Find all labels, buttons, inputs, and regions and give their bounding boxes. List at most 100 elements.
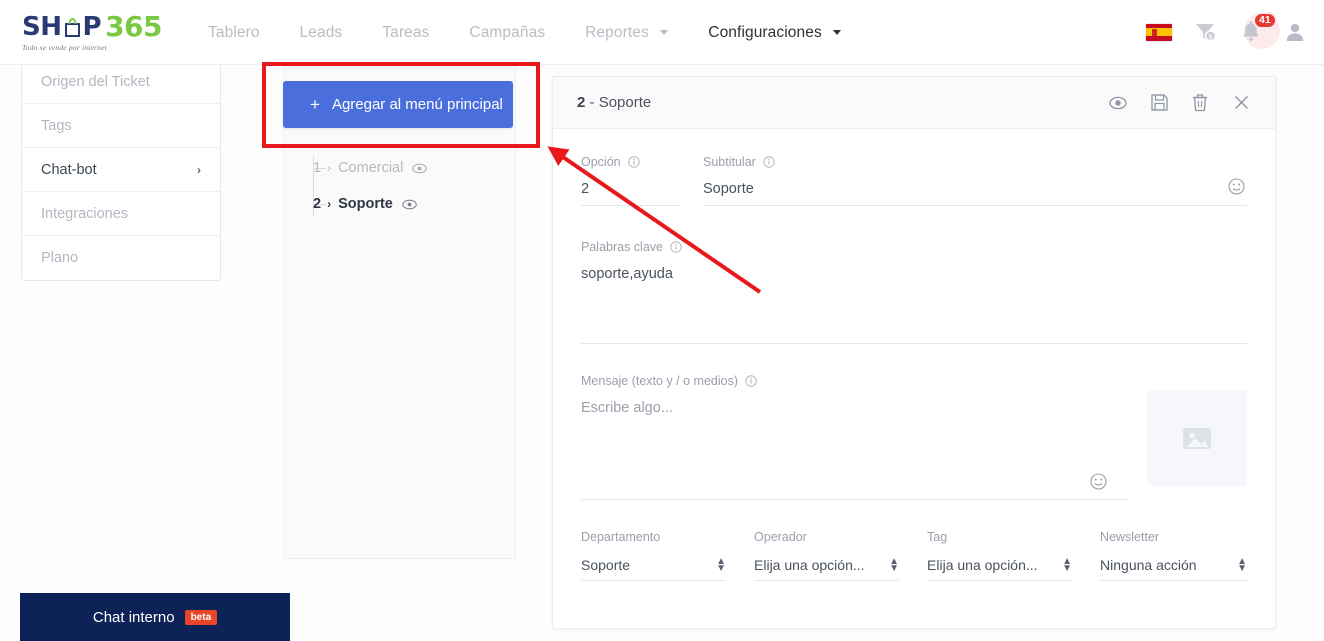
field-subtitular: Subtitular Soporte [703,155,1247,206]
select-newsletter[interactable]: Ninguna acción ▲ ▼ [1100,557,1248,581]
select-label-tag: Tag [927,530,948,544]
tree-node-comercial[interactable]: 1 › Comercial [313,150,516,186]
chevron-right-icon: › [327,197,332,211]
nav-item-label: Tablero [208,23,260,41]
select-label-departamento: Departamento [581,530,661,544]
nav-item-configuraciones[interactable]: Configuraciones [688,0,861,65]
close-icon[interactable] [1231,93,1251,113]
nav-item-reportes[interactable]: Reportes [565,0,688,65]
info-icon[interactable] [670,241,682,253]
add-to-main-menu-label: Agregar al menú principal [331,96,503,113]
sort-arrows-icon: ▲ ▼ [1062,556,1073,574]
add-to-main-menu-button[interactable]: + Agregar al menú principal [283,81,513,128]
info-icon[interactable] [627,156,640,168]
emoji-icon[interactable] [1090,473,1107,495]
top-nav-actions: $ 41 [1146,11,1324,49]
sidebar-item-integraciones[interactable]: Integraciones [22,192,220,236]
tree-node-number: 2 [313,196,322,212]
panel-body: Opción 2 Subtitular Soporte Palabras cla… [553,129,1275,581]
preview-icon[interactable] [1108,93,1128,113]
chevron-down-icon [833,29,842,35]
select-label-operador: Operador [754,530,807,544]
panel-title-name: Soporte [598,94,652,111]
nav-item-tablero[interactable]: Tablero [188,0,280,65]
chatbot-menu-tree: 1 › Comercial 2 › Soporte [283,150,516,222]
nav-item-leads[interactable]: Leads [280,0,363,65]
internal-chat-bar[interactable]: Chat interno beta [20,593,290,641]
nav-item-tareas[interactable]: Tareas [362,0,449,65]
field-opcion: Opción 2 [581,155,681,206]
sales-funnel-button[interactable]: $ [1194,21,1218,43]
info-icon[interactable] [763,156,775,168]
beta-badge: beta [184,609,218,625]
sidebar-item-label: Origen del Ticket [41,73,150,90]
input-subtitular[interactable]: Soporte [703,181,1247,206]
panel-action-buttons [1108,93,1251,113]
nav-item-label: Reportes [585,23,649,41]
field-label-palabras-clave: Palabras clave [581,240,1247,254]
delete-icon[interactable] [1190,93,1210,113]
input-mensaje-placeholder: Escribe algo... [581,400,673,416]
field-label-text: Palabras clave [581,240,663,254]
tree-node-soporte[interactable]: 2 › Soporte [313,186,516,222]
panel-title: 2 - Soporte [577,94,651,111]
plus-icon: + [310,95,320,114]
save-icon[interactable] [1149,93,1169,113]
sort-arrows-icon: ▲ ▼ [889,556,900,574]
field-label-text: Opción [581,155,621,169]
eye-icon[interactable] [402,199,417,210]
logo-text-sh: SH [22,11,62,42]
input-mensaje[interactable]: Escribe algo... [581,400,1129,500]
nav-item-label: Configuraciones [708,23,822,41]
image-placeholder-icon [1183,428,1211,449]
menu-option-editor-panel: 2 - Soporte Opción 2 Subtitular Soporte … [552,76,1276,629]
eye-icon[interactable] [412,163,428,174]
field-tag: Tag Elija una opción... ▲ ▼ [927,530,1073,581]
notifications-button[interactable]: 41 [1240,11,1280,49]
select-tag[interactable]: Elija una opción... ▲ ▼ [927,556,1073,581]
input-subtitular-value: Soporte [703,181,754,197]
field-mensaje: Mensaje (texto y / o medios) Escribe alg… [581,374,1247,500]
panel-header: 2 - Soporte [553,77,1275,129]
user-account-button[interactable] [1284,21,1306,43]
select-departamento[interactable]: Soporte ▲ ▼ [581,557,727,581]
field-palabras-clave: Palabras clave soporte,ayuda [581,240,1247,344]
info-icon[interactable] [745,375,757,387]
mensaje-editor: Mensaje (texto y / o medios) Escribe alg… [581,374,1129,500]
field-label-text: Mensaje (texto y / o medios) [581,374,739,388]
sidebar-item-tags[interactable]: Tags [22,104,220,148]
svg-text:$: $ [1209,34,1213,41]
sidebar-item-plano[interactable]: Plano [22,236,220,280]
select-operador[interactable]: Elija una opción... ▲ ▼ [754,556,900,581]
sidebar-item-label: Plano [41,250,79,266]
emoji-icon[interactable] [1228,178,1245,200]
input-palabras-clave[interactable]: soporte,ayuda [581,266,1247,344]
nav-item-campanas[interactable]: Campañas [449,0,565,65]
settings-submenu: Origen del Ticket Tags Chat-bot › Integr… [21,59,221,281]
field-label-opcion: Opción [581,155,681,169]
spain-flag-icon [1146,23,1172,41]
tree-node-label: Soporte [338,196,393,212]
sidebar-item-label: Chat-bot [41,161,97,178]
media-upload-placeholder[interactable] [1147,390,1247,486]
sidebar-item-chat-bot[interactable]: Chat-bot › [22,148,220,192]
row-selects: Departamento Soporte ▲ ▼ Operador Elija u… [581,530,1248,581]
field-departamento: Departamento Soporte ▲ ▼ [581,530,727,581]
field-label-subtitular: Subtitular [703,155,1247,169]
select-value: Ninguna acción [1100,557,1197,573]
brand-logo[interactable]: SH P 365 Todo se vende por internet [0,11,170,52]
language-selector[interactable] [1146,23,1172,41]
nav-item-label: Leads [299,23,343,41]
app-root: SH P 365 Todo se vende por internet Tabl… [0,0,1324,641]
logo-tagline: Todo se vende por internet [22,42,107,52]
chevron-right-icon: › [197,162,201,177]
tree-node-number: 1 [313,160,322,176]
nav-item-label: Tareas [382,23,430,41]
select-value: Soporte [581,557,631,573]
sidebar-item-origen-del-ticket[interactable]: Origen del Ticket [22,60,220,104]
field-operador: Operador Elija una opción... ▲ ▼ [754,530,900,581]
input-opcion[interactable]: 2 [581,181,681,206]
chevron-right-icon: › [327,161,332,175]
main-nav-items: Tablero Leads Tareas Campañas Reportes C… [188,0,861,65]
user-avatar-icon [1286,23,1304,41]
